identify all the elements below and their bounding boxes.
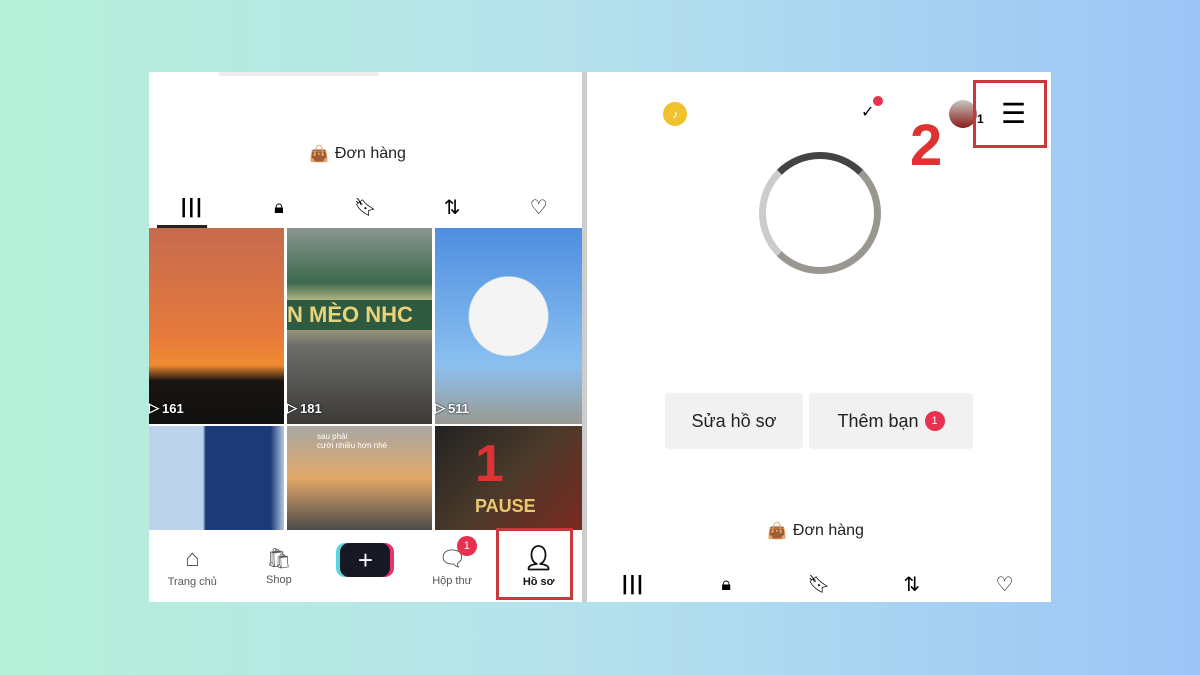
sign-text: N MÈO NHC (287, 300, 432, 330)
lock-icon: 🔒︎ (721, 573, 731, 594)
tab-reposts[interactable]: ⇅ (432, 190, 472, 224)
nav-shop[interactable]: 🛍︎ Shop (236, 530, 323, 602)
highlight-menu (973, 80, 1047, 148)
profile-tabs: ||| 🔒︎ 🔖︎ ⇅ ♡ (587, 566, 1051, 602)
grid-icon: ||| (180, 195, 204, 218)
lock-icon: 🔒︎ (274, 196, 284, 217)
tab-saved[interactable]: 🔖︎ (345, 190, 385, 224)
order-label: Đơn hàng (334, 145, 406, 162)
tab-liked[interactable]: ♡ (519, 190, 559, 224)
home-icon: ⌂ (185, 544, 200, 572)
repost-icon: ⇅ (443, 196, 461, 219)
nav-inbox[interactable]: 🗨︎ Hộp thư 1 (409, 530, 496, 602)
add-friends-button[interactable]: Thêm bạn 1 (809, 393, 973, 449)
video-thumbnail[interactable]: sau phải cười nhiều hơn nhé (287, 426, 432, 530)
heart-icon: ♡ (995, 573, 1014, 596)
tab-private[interactable]: 🔒︎ (259, 190, 299, 224)
heart-icon: ♡ (529, 196, 548, 219)
tab-private[interactable]: 🔒︎ (706, 567, 746, 601)
tab-videos[interactable]: ||| (613, 567, 653, 601)
highlight-profile (496, 528, 573, 600)
shopping-bag-icon: 👜 (767, 523, 787, 540)
tab-liked[interactable]: ♡ (985, 567, 1025, 601)
view-count: 161 (162, 400, 184, 416)
bookmark-icon: 🔖︎ (354, 196, 377, 217)
add-friends-badge: 1 (924, 411, 945, 431)
status-strip (219, 72, 379, 76)
profile-tabs: ||| 🔒︎ 🔖︎ ⇅ ♡ (149, 186, 582, 228)
repost-icon: ⇅ (903, 573, 921, 596)
sign-text: PAUSE (475, 496, 536, 516)
view-count: 511 (448, 400, 469, 416)
inbox-badge: 1 (456, 536, 477, 556)
step-number-1: 1 (475, 435, 504, 493)
tab-reposts[interactable]: ⇅ (892, 567, 932, 601)
order-link[interactable]: 👜 Đơn hàng (767, 521, 864, 541)
nav-inbox-label: Hộp thư (432, 574, 472, 587)
video-thumbnail[interactable]: PAUSE (435, 426, 582, 530)
account-switch-chevron-icon[interactable]: ✓ (861, 102, 874, 122)
bookmark-icon: 🔖︎ (807, 573, 831, 594)
video-thumbnail[interactable]: ▷ 161 (149, 228, 284, 424)
nav-shop-label: Shop (266, 574, 292, 586)
notification-dot (873, 96, 883, 106)
video-thumbnail[interactable]: N MÈO NHC ▷ 181 (287, 228, 432, 424)
profile-avatar[interactable] (759, 152, 881, 274)
order-link[interactable]: 👜 Đơn hàng (309, 144, 406, 164)
profile-screen-left: 👜 Đơn hàng ||| 🔒︎ 🔖︎ ⇅ ♡ ▷ 161 N MÈO NHC ▷… (149, 72, 582, 602)
play-icon: ▷ (435, 400, 445, 415)
add-friends-label: Thêm bạn (837, 410, 919, 431)
shopping-bag-icon: 👜 (309, 146, 329, 163)
play-icon: ▷ (149, 400, 159, 415)
nav-create[interactable]: + (322, 530, 409, 602)
nav-home[interactable]: ⌂ Trang chủ (149, 530, 236, 602)
shopping-bag-icon: 🛍︎ (266, 548, 292, 570)
play-icon: ▷ (287, 400, 297, 415)
order-label: Đơn hàng (792, 522, 864, 539)
edit-profile-label: Sửa hồ sơ (691, 410, 777, 431)
coin-icon[interactable]: ♪ (663, 102, 687, 126)
step-number-2: 2 (910, 113, 943, 178)
view-count: 181 (300, 400, 322, 416)
profile-screen-right: ♪ ✓ 1 ☰ 2 Sửa hồ sơ Thêm bạn 1 👜 Đơn hàng… (587, 72, 1051, 602)
tab-saved[interactable]: 🔖︎ (799, 567, 839, 601)
plus-icon: + (340, 543, 391, 577)
edit-profile-button[interactable]: Sửa hồ sơ (665, 393, 803, 449)
tab-videos[interactable]: ||| (172, 190, 212, 224)
video-thumbnail[interactable]: ▷ 511 (435, 228, 582, 424)
video-caption: sau phải cười nhiều hơn nhé (317, 432, 388, 450)
nav-home-label: Trang chủ (167, 575, 217, 588)
grid-icon: ||| (621, 572, 645, 595)
video-thumbnail[interactable] (149, 426, 284, 530)
